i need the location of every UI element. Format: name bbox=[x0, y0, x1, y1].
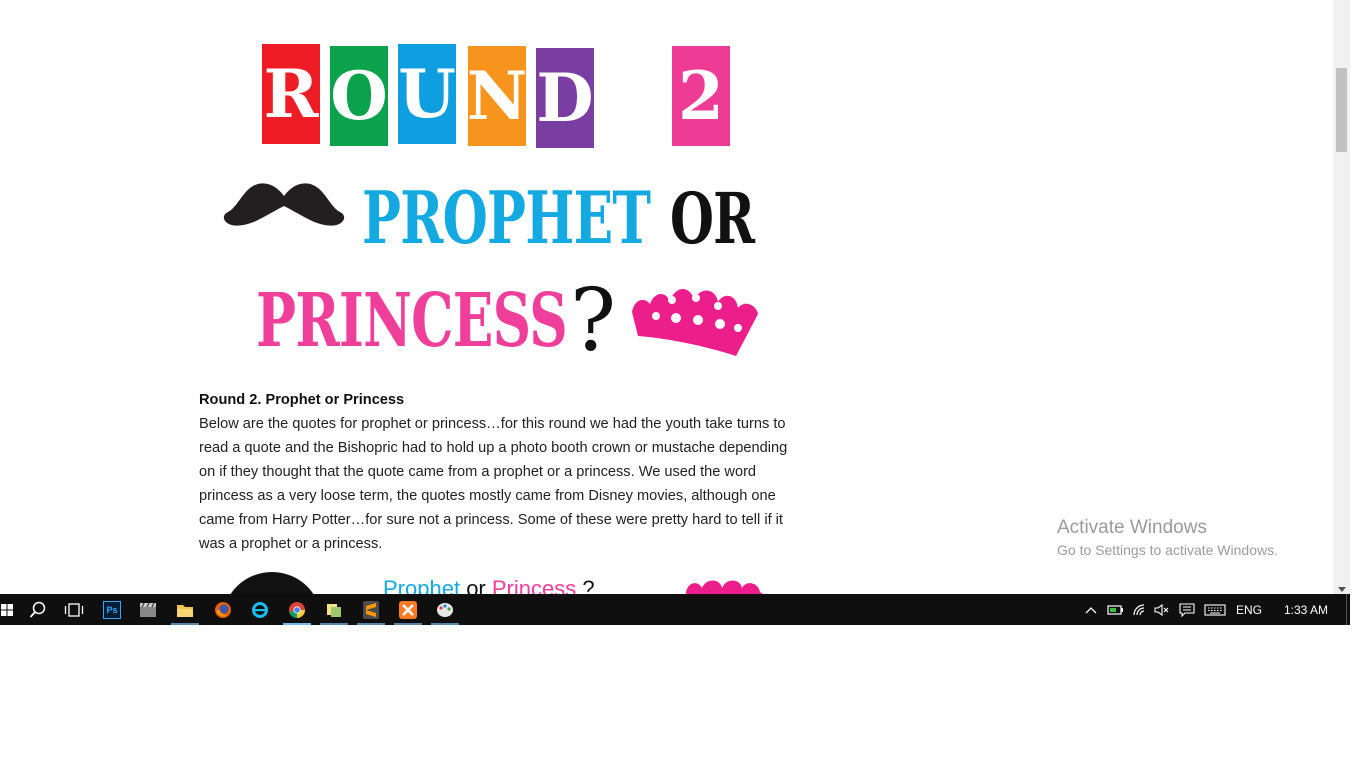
keyboard-icon bbox=[1204, 603, 1226, 616]
action-center-button[interactable] bbox=[1176, 594, 1198, 625]
taskbar-app-chrome[interactable] bbox=[279, 594, 315, 625]
show-hidden-icons-button[interactable] bbox=[1082, 594, 1100, 625]
taskbar-app-movie-maker[interactable] bbox=[130, 594, 166, 625]
search-icon bbox=[29, 601, 46, 618]
files-icon bbox=[327, 603, 341, 617]
round-letter-tile: U bbox=[398, 44, 456, 144]
round-letter: D bbox=[536, 59, 594, 137]
windows-taskbar: Ps ENG 1:33 AM bbox=[0, 594, 1350, 625]
chrome-icon bbox=[289, 601, 305, 618]
volume-tray-button[interactable] bbox=[1152, 594, 1172, 625]
sub-graphic-title: Prophet or Princess ? bbox=[383, 576, 595, 594]
notification-icon bbox=[1179, 602, 1195, 617]
chevron-up-icon bbox=[1085, 606, 1097, 613]
paint-icon bbox=[437, 602, 453, 617]
sub-prophet-word: Prophet bbox=[383, 576, 461, 594]
round-letter: N bbox=[466, 57, 528, 135]
show-desktop-button[interactable] bbox=[1346, 594, 1351, 625]
round-letter-tile: R bbox=[262, 44, 320, 144]
sub-question-mark: ? bbox=[582, 576, 595, 594]
article-section: Round 2. Prophet or Princess Below are t… bbox=[199, 388, 799, 556]
volume-muted-icon bbox=[1154, 603, 1169, 616]
taskbar-app-files[interactable] bbox=[316, 594, 352, 625]
internet-explorer-icon bbox=[252, 601, 268, 618]
taskbar-app-paint[interactable] bbox=[427, 594, 463, 625]
battery-charging-icon bbox=[1107, 604, 1123, 615]
taskbar-app-file-explorer[interactable] bbox=[167, 594, 203, 625]
or-word: OR bbox=[670, 177, 755, 260]
xampp-icon bbox=[399, 600, 417, 619]
mustache-icon bbox=[223, 183, 345, 226]
watermark-title: Activate Windows bbox=[1057, 517, 1207, 538]
crown-icon bbox=[632, 288, 758, 356]
wifi-icon bbox=[1133, 603, 1145, 615]
article-heading: Round 2. Prophet or Princess bbox=[199, 392, 405, 408]
taskbar-app-internet-explorer[interactable] bbox=[242, 594, 278, 625]
file-explorer-icon bbox=[177, 604, 193, 617]
sub-princess-word: Princess bbox=[491, 576, 577, 594]
crown-icon bbox=[685, 580, 763, 594]
prophet-word: PROPHET bbox=[362, 175, 651, 260]
clock[interactable]: 1:33 AM bbox=[1276, 594, 1336, 625]
round-letter: 2 bbox=[678, 57, 724, 135]
search-button[interactable] bbox=[20, 594, 56, 625]
task-view-button[interactable] bbox=[56, 594, 92, 625]
language-indicator[interactable]: ENG bbox=[1232, 594, 1266, 625]
touch-keyboard-button[interactable] bbox=[1202, 594, 1228, 625]
prophet-or-row: PROPHET OR bbox=[222, 176, 762, 256]
sublime-text-icon bbox=[363, 600, 379, 619]
vertical-scrollbar[interactable] bbox=[1333, 0, 1350, 594]
photoshop-icon: Ps bbox=[103, 600, 121, 619]
taskbar-app-xampp[interactable] bbox=[390, 594, 426, 625]
clapperboard-icon bbox=[140, 602, 156, 617]
round-letter-tile: O bbox=[330, 46, 388, 146]
activate-windows-watermark: Activate Windows Go to Settings to activ… bbox=[1057, 516, 1278, 560]
windows-logo-icon bbox=[1, 603, 13, 616]
round-letter-tile: 2 bbox=[672, 46, 730, 146]
sub-or-word: or bbox=[466, 576, 486, 594]
scrollbar-thumb[interactable] bbox=[1336, 68, 1347, 152]
taskbar-app-firefox[interactable] bbox=[205, 594, 241, 625]
battery-tray-button[interactable] bbox=[1105, 594, 1127, 625]
mustache-icon bbox=[222, 572, 322, 594]
princess-word: PRINCESS bbox=[256, 278, 568, 364]
round-letter-tile: N bbox=[466, 46, 528, 146]
question-mark: ? bbox=[570, 271, 617, 371]
round-letter: O bbox=[330, 57, 388, 135]
firefox-icon bbox=[215, 601, 231, 618]
article-body: Below are the quotes for prophet or prin… bbox=[199, 416, 788, 552]
taskbar-app-photoshop[interactable]: Ps bbox=[94, 594, 130, 625]
round-letter: U bbox=[398, 55, 456, 133]
watermark-subtitle: Go to Settings to activate Windows. bbox=[1057, 542, 1278, 558]
prophet-or-princess-graphic: Prophet or Princess ? bbox=[200, 570, 800, 594]
scroll-down-arrow-icon[interactable] bbox=[1338, 587, 1346, 592]
browser-viewport: R O U N D 2 PROPHET OR PRINCESS ? Round bbox=[0, 0, 1350, 594]
network-tray-button[interactable] bbox=[1130, 594, 1150, 625]
princess-row: PRINCESS ? bbox=[256, 271, 766, 371]
round-letter: R bbox=[263, 55, 319, 133]
taskbar-app-sublime-text[interactable] bbox=[353, 594, 389, 625]
start-button[interactable] bbox=[0, 594, 14, 625]
task-view-icon bbox=[64, 602, 84, 617]
round-letter-tile: D bbox=[536, 48, 594, 148]
